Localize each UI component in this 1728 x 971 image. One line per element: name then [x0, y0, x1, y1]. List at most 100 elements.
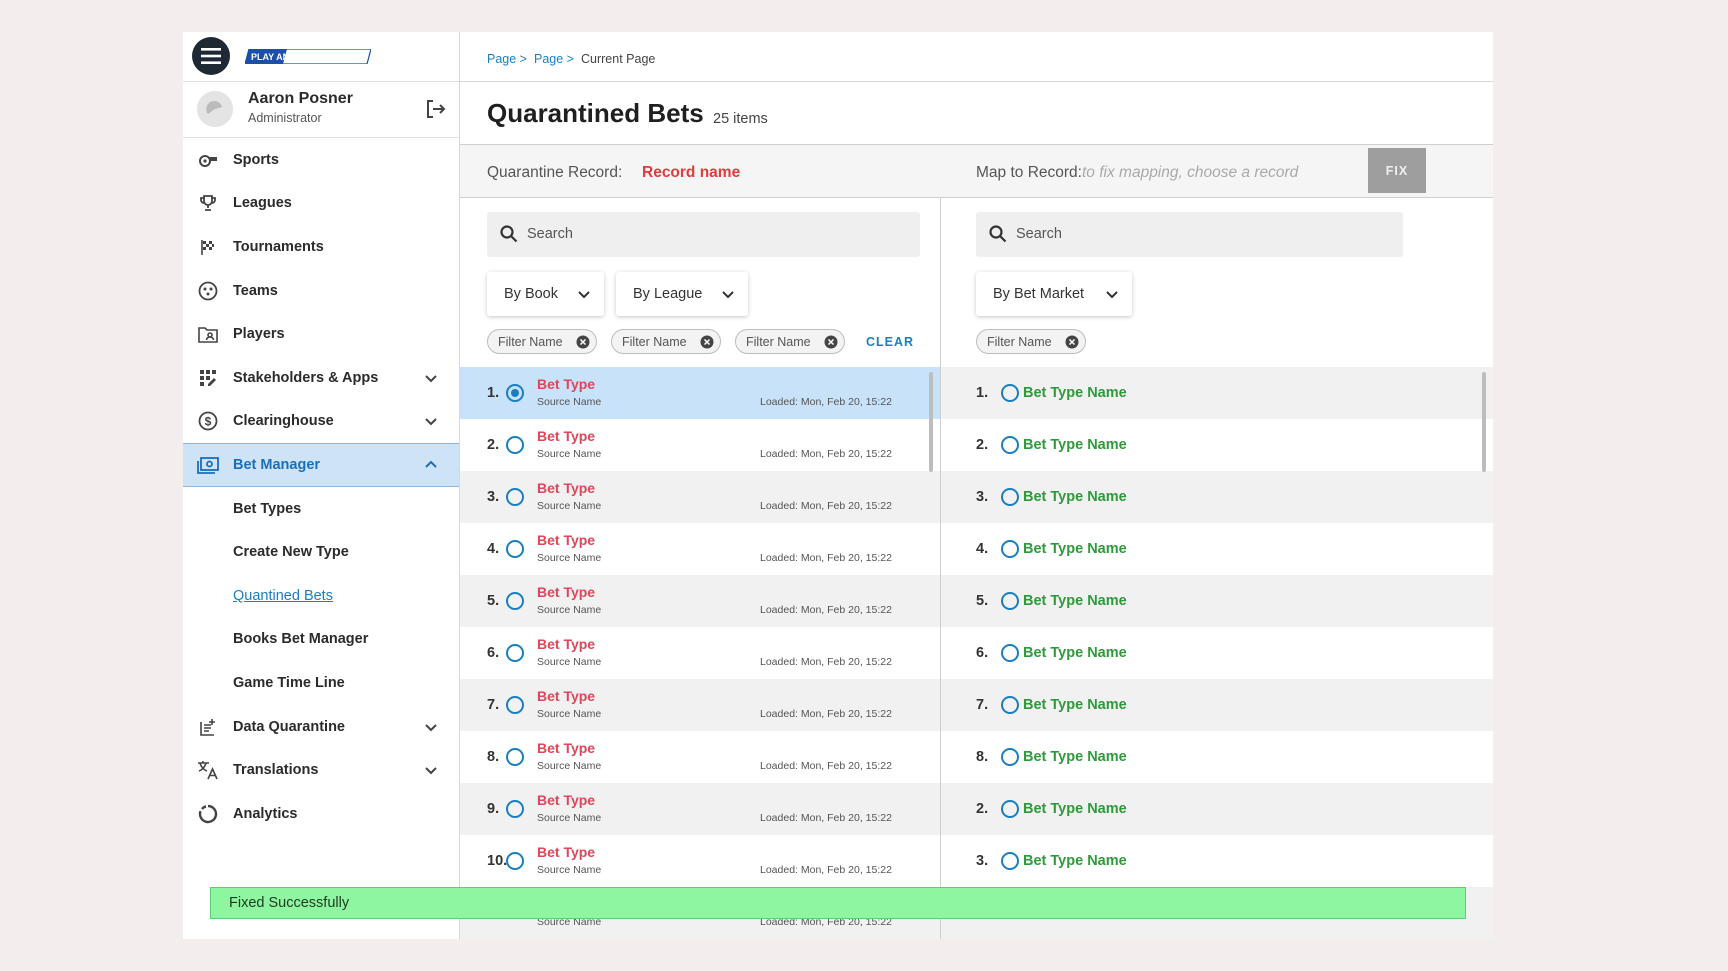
sidebar-subitem-label: Create New Type [233, 544, 349, 561]
map-search[interactable] [976, 212, 1403, 257]
row-radio[interactable] [1001, 852, 1019, 870]
sidebar-item-translations[interactable]: Translations [183, 748, 459, 792]
row-radio[interactable] [1001, 384, 1019, 402]
sidebar-item-analytics[interactable]: Analytics [183, 792, 459, 836]
chevron-down-icon[interactable] [423, 413, 439, 429]
fix-button[interactable]: FIX [1368, 148, 1426, 193]
list-item[interactable]: 7. Bet Type Name [941, 679, 1493, 731]
row-radio[interactable] [506, 748, 524, 766]
sidebar-subitem-bet-types[interactable]: Bet Types [183, 487, 459, 531]
user-role: Administrator [248, 111, 322, 125]
row-number: 6. [487, 645, 500, 661]
sidebar-item-leagues[interactable]: Leagues [183, 182, 459, 226]
list-item[interactable]: 2. Bet Type Name [941, 419, 1493, 471]
row-radio[interactable] [506, 800, 524, 818]
bet-manager-icon [197, 454, 219, 476]
hamburger-menu-icon[interactable] [192, 37, 230, 75]
filter-chip[interactable]: Filter Name [611, 329, 721, 354]
quarantine-search[interactable] [487, 212, 920, 257]
breadcrumb-link[interactable]: Page > [487, 52, 527, 66]
loaded-timestamp: Loaded: Mon, Feb 20, 15:22 [760, 396, 892, 408]
teams-icon [197, 280, 219, 302]
row-radio[interactable] [1001, 644, 1019, 662]
close-circle-icon[interactable] [700, 335, 714, 349]
row-radio[interactable] [506, 696, 524, 714]
list-item[interactable]: 8. Bet Type Name [941, 731, 1493, 783]
row-radio[interactable] [506, 488, 524, 506]
scrollbar[interactable] [1482, 372, 1486, 472]
row-radio[interactable] [1001, 696, 1019, 714]
list-item[interactable]: 5. Bet Type Source Name Loaded: Mon, Feb… [460, 575, 940, 627]
list-item[interactable]: 10. Bet Type Source Name Loaded: Mon, Fe… [460, 835, 940, 887]
filter-chip[interactable]: Filter Name [976, 329, 1086, 354]
sidebar-item-sports[interactable]: Sports [183, 138, 459, 182]
row-number: 2. [487, 437, 500, 453]
list-item[interactable]: 9. Bet Type Source Name Loaded: Mon, Feb… [460, 783, 940, 835]
row-radio[interactable] [1001, 436, 1019, 454]
breadcrumb-link[interactable]: Page > [534, 52, 574, 66]
by-bet-market-dropdown[interactable]: By Bet Market [976, 272, 1132, 316]
chevron-down-icon[interactable] [423, 719, 439, 735]
close-circle-icon[interactable] [1065, 335, 1079, 349]
logout-icon[interactable] [423, 97, 447, 121]
scrollbar[interactable] [929, 372, 933, 472]
clear-filters-button[interactable]: CLEAR [866, 335, 914, 349]
close-circle-icon[interactable] [824, 335, 838, 349]
sidebar-subitem-quarantined-bets[interactable]: Quantined Bets [183, 574, 459, 618]
sidebar-item-data-quarantine[interactable]: Data Quarantine [183, 705, 459, 749]
whistle-icon [197, 149, 219, 171]
sidebar-item-label: Sports [233, 151, 279, 168]
sidebar-item-stakeholders[interactable]: Stakeholders & Apps [183, 356, 459, 400]
chevron-down-icon[interactable] [423, 370, 439, 386]
list-item[interactable]: 1. Bet Type Name [941, 367, 1493, 419]
sidebar-item-clearinghouse[interactable]: $ Clearinghouse [183, 400, 459, 444]
row-radio[interactable] [506, 384, 524, 402]
sidebar-subitem-label: Game Time Line [233, 674, 345, 691]
sidebar-subitem-create-new-type[interactable]: Create New Type [183, 530, 459, 574]
search-input[interactable] [527, 222, 831, 246]
sidebar-item-tournaments[interactable]: Tournaments [183, 225, 459, 269]
list-item[interactable]: 4. Bet Type Name [941, 523, 1493, 575]
list-item[interactable]: 3. Bet Type Name [941, 471, 1493, 523]
row-radio[interactable] [506, 540, 524, 558]
by-league-dropdown[interactable]: By League [616, 272, 748, 316]
row-radio[interactable] [1001, 800, 1019, 818]
row-number: 5. [976, 593, 989, 609]
list-item[interactable]: 8. Bet Type Source Name Loaded: Mon, Feb… [460, 731, 940, 783]
row-radio[interactable] [506, 436, 524, 454]
list-item[interactable]: 6. Bet Type Name [941, 627, 1493, 679]
list-item[interactable]: 5. Bet Type Name [941, 575, 1493, 627]
list-item[interactable]: 7. Bet Type Source Name Loaded: Mon, Feb… [460, 679, 940, 731]
sidebar-item-teams[interactable]: Teams [183, 269, 459, 313]
list-item[interactable]: 3. Bet Type Name [941, 835, 1493, 887]
list-item[interactable]: 4. Bet Type Source Name Loaded: Mon, Feb… [460, 523, 940, 575]
search-input[interactable] [1016, 222, 1315, 246]
row-radio[interactable] [1001, 540, 1019, 558]
chevron-up-icon[interactable] [423, 457, 439, 473]
loaded-timestamp: Loaded: Mon, Feb 20, 15:22 [760, 604, 892, 616]
list-item[interactable]: 3. Bet Type Source Name Loaded: Mon, Feb… [460, 471, 940, 523]
sidebar-subitem-game-time-line[interactable]: Game Time Line [183, 661, 459, 705]
list-item[interactable]: 6. Bet Type Source Name Loaded: Mon, Feb… [460, 627, 940, 679]
list-item[interactable]: 1. Bet Type Source Name Loaded: Mon, Feb… [460, 367, 940, 419]
list-item[interactable]: 2. Bet Type Name [941, 783, 1493, 835]
row-radio[interactable] [1001, 488, 1019, 506]
avatar[interactable] [197, 91, 233, 127]
chevron-down-icon[interactable] [423, 762, 439, 778]
row-radio[interactable] [506, 644, 524, 662]
sidebar-item-players[interactable]: Players [183, 312, 459, 356]
close-circle-icon[interactable] [576, 335, 590, 349]
by-book-dropdown[interactable]: By Book [487, 272, 604, 316]
brand-bar: PLAY ANYWHERE [183, 32, 459, 82]
filter-chip-label: Filter Name [987, 334, 1052, 349]
sidebar-subitem-books-bet-manager[interactable]: Books Bet Manager [183, 618, 459, 662]
row-radio[interactable] [1001, 748, 1019, 766]
row-radio[interactable] [1001, 592, 1019, 610]
list-item[interactable]: 2. Bet Type Source Name Loaded: Mon, Feb… [460, 419, 940, 471]
filter-chip[interactable]: Filter Name [735, 329, 845, 354]
sidebar-item-bet-manager[interactable]: Bet Manager [183, 443, 459, 487]
row-radio[interactable] [506, 852, 524, 870]
row-radio[interactable] [506, 592, 524, 610]
source-name: Source Name [537, 656, 602, 668]
filter-chip[interactable]: Filter Name [487, 329, 597, 354]
